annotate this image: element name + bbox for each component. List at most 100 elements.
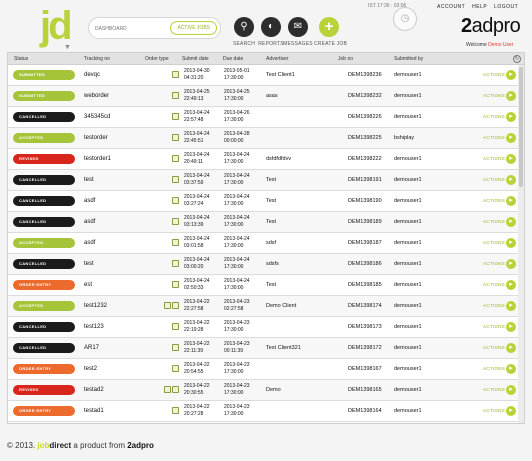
welcome-user-link[interactable]: Demo User xyxy=(488,42,513,48)
tracking-no-link[interactable]: test xyxy=(84,261,94,267)
actions-link[interactable]: ACTIONS xyxy=(483,366,505,371)
actions-link[interactable]: ACTIONS xyxy=(483,345,505,350)
tracking-no-link[interactable]: 345345cd xyxy=(84,114,110,120)
tracking-no-link[interactable]: test1232 xyxy=(84,303,107,309)
actions-arrow-icon[interactable]: ▸ xyxy=(506,112,516,122)
actions-arrow-icon[interactable]: ▸ xyxy=(506,91,516,101)
help-link[interactable]: HELP xyxy=(472,4,487,10)
logo-dropdown-icon[interactable]: ▼ xyxy=(64,44,71,51)
actions-link[interactable]: ACTIONS xyxy=(483,93,505,98)
actions-arrow-icon[interactable]: ▸ xyxy=(506,154,516,164)
status-badge: SUBMITTED xyxy=(13,91,75,101)
actions-link[interactable]: ACTIONS xyxy=(483,135,505,140)
actions-arrow-icon[interactable]: ▸ xyxy=(506,322,516,332)
refresh-icon[interactable]: ↻ xyxy=(513,55,521,63)
nav-create-job-button[interactable]: + CREATE JOB xyxy=(314,17,347,47)
actions-arrow-icon[interactable]: ▸ xyxy=(506,406,516,416)
actions-arrow-icon[interactable]: ▸ xyxy=(506,385,516,395)
clock-icon[interactable]: ◷ xyxy=(393,7,417,31)
tracking-no-link[interactable]: testad2 xyxy=(84,387,104,393)
actions-link[interactable]: ACTIONS xyxy=(483,198,505,203)
column-header-tracking-no[interactable]: Tracking no xyxy=(84,56,110,62)
table-row[interactable]: ORDER ENTRY test2 2013-04-22 20:54:55 2013-0… xyxy=(8,359,518,380)
tracking-no-link[interactable]: devqc xyxy=(84,72,100,78)
table-row[interactable]: CANCELLED asdf 2013-04-24 03:13:39 2013-04-2… xyxy=(8,212,518,233)
table-row[interactable]: CANCELLED AR17 2013-04-22 22:11:39 2013-04-2… xyxy=(8,338,518,359)
table-row[interactable]: ORDER ENTRY testad1 2013-04-22 20:27:28 2013… xyxy=(8,401,518,422)
actions-arrow-icon[interactable]: ▸ xyxy=(506,238,516,248)
actions-link[interactable]: ACTIONS xyxy=(483,324,505,329)
table-scrollbar-thumb[interactable] xyxy=(519,67,523,187)
actions-arrow-icon[interactable]: ▸ xyxy=(506,364,516,374)
tracking-no-link[interactable]: test123 xyxy=(84,324,104,330)
actions-arrow-icon[interactable]: ▸ xyxy=(506,196,516,206)
table-row[interactable]: SUBMITTED weborder 2013-04-25 22:49:13 2013-… xyxy=(8,86,518,107)
tracking-no-link[interactable]: testorder1 xyxy=(84,156,111,162)
order-type-icon xyxy=(172,155,179,162)
nav-search-button[interactable]: ⚲ SEARCH xyxy=(229,17,259,47)
column-header-submitted-by[interactable]: Submitted by xyxy=(394,56,423,62)
account-link[interactable]: ACCOUNT xyxy=(437,4,465,10)
tracking-no-link[interactable]: test2 xyxy=(84,366,97,372)
table-row[interactable]: REVISED testorder1 2013-04-24 20:49:11 2013-… xyxy=(8,149,518,170)
column-header-submit-date[interactable]: Submit date xyxy=(182,56,209,62)
active-jobs-button[interactable]: ACTIVE JOBS xyxy=(170,21,217,35)
actions-link[interactable]: ACTIONS xyxy=(483,72,505,77)
actions-link[interactable]: ACTIONS xyxy=(483,303,505,308)
table-row[interactable]: ACCEPTED asdf 2013-04-24 03:01:58 2013-04-24… xyxy=(8,233,518,254)
actions-arrow-icon[interactable]: ▸ xyxy=(506,175,516,185)
actions-arrow-icon[interactable]: ▸ xyxy=(506,280,516,290)
actions-arrow-icon[interactable]: ▸ xyxy=(506,133,516,143)
actions-arrow-icon[interactable]: ▸ xyxy=(506,301,516,311)
submit-date: 2013-04-24 02:50:33 xyxy=(184,278,210,292)
actions-link[interactable]: ACTIONS xyxy=(483,114,505,119)
order-type-icon xyxy=(172,239,179,246)
table-row[interactable]: CANCELLED asdf 2013-04-24 03:27:24 2013-04-2… xyxy=(8,191,518,212)
nav-messages-button[interactable]: ✉ MESSAGES xyxy=(283,17,313,47)
logout-link[interactable]: LOGOUT xyxy=(494,4,518,10)
tracking-no-link[interactable]: test xyxy=(84,177,94,183)
nav-reports-button[interactable]: ◐ REPORTS xyxy=(256,17,286,47)
tracking-no-link[interactable]: AR17 xyxy=(84,345,99,351)
actions-link[interactable]: ACTIONS xyxy=(483,387,505,392)
submit-date-day: 2013-04-24 xyxy=(184,236,210,242)
actions-link[interactable]: ACTIONS xyxy=(483,240,505,245)
jobdirect-logo[interactable]: jd xyxy=(40,6,73,46)
due-date-day: 2013-04-23 xyxy=(224,320,250,326)
actions-arrow-icon[interactable]: ▸ xyxy=(506,70,516,80)
due-date: 2013-04-23 17:30:00 xyxy=(224,362,250,376)
tracking-no-link[interactable]: asdf xyxy=(84,240,95,246)
actions-link[interactable]: ACTIONS xyxy=(483,282,505,287)
column-header-job-no[interactable]: Job no xyxy=(338,56,353,62)
tracking-no-link[interactable]: testad1 xyxy=(84,408,104,414)
actions-link[interactable]: ACTIONS xyxy=(483,156,505,161)
tracking-no-link[interactable]: asdf xyxy=(84,198,95,204)
actions-link[interactable]: ACTIONS xyxy=(483,261,505,266)
table-row[interactable]: SUBMITTED devqc 2013-04-30 04:31:20 2013-05-… xyxy=(8,65,518,86)
actions-link[interactable]: ACTIONS xyxy=(483,177,505,182)
column-header-due-date[interactable]: Due date xyxy=(223,56,243,62)
actions-arrow-icon[interactable]: ▸ xyxy=(506,217,516,227)
table-row[interactable]: ACCEPTED test1232 2013-04-22 22:27:58 2013-0… xyxy=(8,296,518,317)
table-row[interactable]: CANCELLED test 2013-04-24 03:00:20 2013-04-2… xyxy=(8,254,518,275)
job-number: DEM1398172 xyxy=(348,345,382,351)
actions-arrow-icon[interactable]: ▸ xyxy=(506,343,516,353)
column-header-advertiser[interactable]: Advertiser xyxy=(266,56,289,62)
table-row[interactable]: CANCELLED test 2013-04-24 03:37:59 2013-04-2… xyxy=(8,170,518,191)
actions-link[interactable]: ACTIONS xyxy=(483,408,505,413)
table-row[interactable]: ACCEPTED testorder 2013-04-24 22:45:51 2013-… xyxy=(8,128,518,149)
column-header-status[interactable]: Status xyxy=(14,56,28,62)
due-date-time: 17:30:00 xyxy=(224,222,244,228)
column-header-order-type[interactable]: Order type xyxy=(145,56,169,62)
actions-arrow-icon[interactable]: ▸ xyxy=(506,259,516,269)
table-row[interactable]: CANCELLED test123 2013-04-22 22:19:28 2013-0… xyxy=(8,317,518,338)
table-row[interactable]: REVISED testad2 2013-04-22 20:30:55 2013-04-… xyxy=(8,380,518,401)
tracking-no-link[interactable]: asdf xyxy=(84,219,95,225)
tracking-no-link[interactable]: testorder xyxy=(84,135,108,141)
tracking-no-link[interactable]: est xyxy=(84,282,92,288)
dashboard-search-input[interactable] xyxy=(95,22,173,35)
tracking-no-link[interactable]: weborder xyxy=(84,93,109,99)
table-row[interactable]: CANCELLED 345345cd 2013-04-24 22:57:48 2013-… xyxy=(8,107,518,128)
table-row[interactable]: ORDER ENTRY est 2013-04-24 02:50:33 2013-04-… xyxy=(8,275,518,296)
actions-link[interactable]: ACTIONS xyxy=(483,219,505,224)
